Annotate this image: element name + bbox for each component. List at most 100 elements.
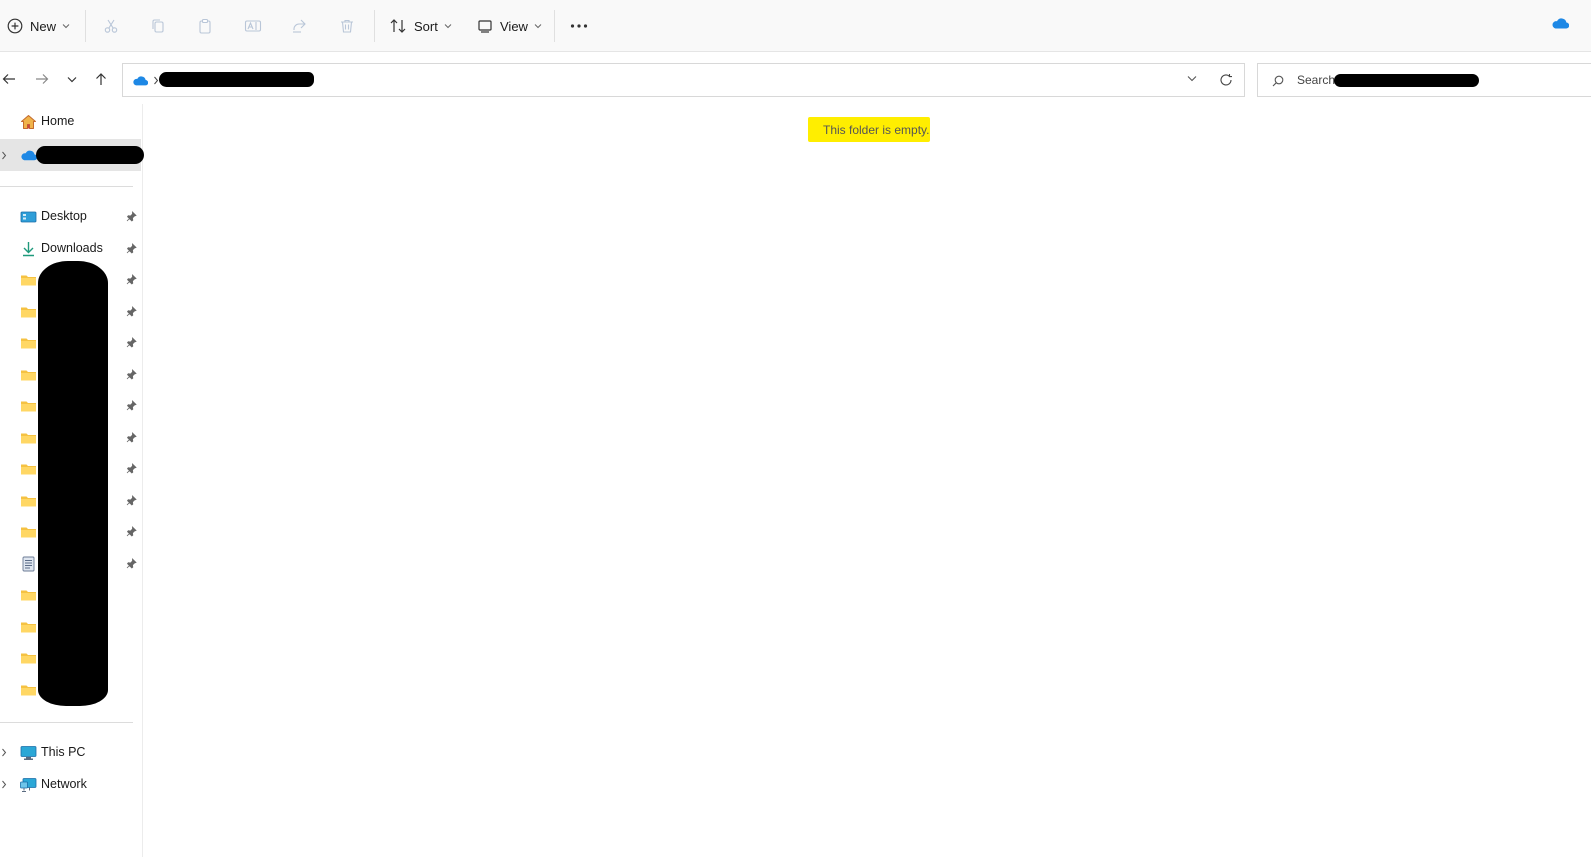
chevron-down-icon	[534, 24, 542, 29]
nav-item-this-pc[interactable]: This PC	[0, 738, 143, 768]
redacted-search-location	[1334, 74, 1479, 87]
folder-icon	[21, 590, 36, 601]
home-icon	[21, 115, 36, 129]
folder-icon	[21, 685, 36, 696]
toolbar-separator	[85, 10, 86, 42]
recent-locations-button[interactable]	[63, 70, 81, 88]
view-icon	[478, 20, 492, 33]
share-button[interactable]	[291, 11, 307, 41]
pin-icon	[126, 400, 137, 411]
network-icon	[20, 778, 37, 792]
chevron-down-icon	[67, 76, 77, 82]
folder-icon	[21, 307, 36, 318]
sort-button[interactable]: Sort	[389, 11, 452, 41]
more-options-button[interactable]	[570, 11, 588, 41]
rename-button[interactable]	[244, 11, 262, 41]
view-button[interactable]: View	[477, 11, 542, 41]
arrow-left-icon	[2, 74, 15, 84]
address-bar[interactable]	[122, 63, 1245, 97]
arrow-right-icon	[36, 74, 49, 84]
chevron-right-icon	[2, 151, 7, 160]
toolbar-separator	[374, 10, 375, 42]
paste-button[interactable]	[197, 11, 213, 41]
folder-icon	[21, 433, 36, 444]
redacted-folder-names	[38, 261, 108, 706]
pin-icon	[126, 306, 137, 317]
share-icon	[293, 19, 306, 33]
redacted-onedrive-name	[36, 146, 144, 164]
onedrive-status-button[interactable]	[1551, 17, 1570, 32]
chevron-down-icon	[444, 24, 452, 29]
pin-icon	[126, 337, 137, 348]
folder-icon	[21, 370, 36, 381]
folder-icon	[21, 622, 36, 633]
chevron-down-icon	[1187, 76, 1197, 82]
plus-circle-icon	[7, 18, 23, 34]
nav-divider	[0, 186, 133, 187]
folder-icon	[21, 401, 36, 412]
download-icon	[23, 242, 34, 257]
pin-icon	[126, 369, 137, 380]
refresh-icon	[1220, 74, 1232, 86]
arrow-up-icon	[96, 73, 106, 85]
pin-icon	[126, 211, 137, 222]
empty-folder-message: This folder is empty.	[808, 117, 930, 142]
delete-button[interactable]	[339, 11, 355, 41]
desktop-icon	[20, 211, 37, 223]
pin-icon	[126, 243, 137, 254]
paste-icon	[199, 18, 211, 34]
onedrive-icon	[1552, 18, 1570, 29]
new-label: New	[30, 18, 57, 34]
nav-label-network: Network	[41, 777, 87, 791]
view-label: View	[500, 18, 528, 34]
delete-icon	[341, 19, 353, 33]
cut-button[interactable]	[103, 11, 119, 41]
redacted-path	[159, 72, 314, 87]
nav-divider	[0, 722, 133, 723]
onedrive-icon	[21, 150, 37, 161]
nav-item-network[interactable]: Network	[0, 770, 143, 800]
new-button[interactable]: New	[7, 11, 70, 41]
toolbar-separator	[554, 10, 555, 42]
search-box[interactable]: Search	[1257, 63, 1591, 97]
folder-icon	[21, 653, 36, 664]
pin-icon	[126, 463, 137, 474]
nav-label-downloads: Downloads	[41, 241, 103, 255]
nav-item-downloads[interactable]: Downloads	[0, 234, 143, 264]
folder-icon	[21, 275, 36, 286]
pin-icon	[126, 432, 137, 443]
nav-item-desktop[interactable]: Desktop	[0, 202, 143, 232]
pin-icon	[126, 495, 137, 506]
back-button[interactable]	[0, 70, 18, 88]
copy-button[interactable]	[150, 11, 166, 41]
more-icon	[570, 24, 588, 28]
folder-icon	[21, 464, 36, 475]
sort-label: Sort	[414, 18, 438, 34]
pin-icon	[126, 558, 137, 569]
search-placeholder: Search	[1297, 73, 1336, 87]
nav-item-home[interactable]: Home	[0, 107, 143, 137]
nav-label-this-pc: This PC	[41, 745, 86, 759]
up-button[interactable]	[92, 70, 110, 88]
chevron-right-icon	[2, 780, 7, 789]
forward-button[interactable]	[33, 70, 51, 88]
chevron-down-icon	[62, 24, 70, 29]
rename-icon	[244, 20, 262, 32]
document-icon	[22, 556, 35, 572]
search-icon	[1272, 75, 1284, 87]
folder-icon	[21, 496, 36, 507]
pin-icon	[126, 274, 137, 285]
sort-icon	[390, 19, 406, 33]
copy-icon	[152, 19, 164, 33]
scissors-icon	[104, 19, 118, 33]
nav-label-home: Home	[41, 114, 75, 128]
folder-icon	[21, 527, 36, 538]
command-bar: New Sort View	[0, 0, 1591, 52]
onedrive-icon	[133, 76, 148, 86]
pin-icon	[126, 526, 137, 537]
chevron-right-icon	[2, 748, 7, 757]
nav-item-onedrive[interactable]	[0, 139, 144, 171]
computer-icon	[20, 746, 37, 760]
nav-label-desktop: Desktop	[41, 209, 87, 223]
empty-folder-text: This folder is empty.	[823, 123, 930, 137]
